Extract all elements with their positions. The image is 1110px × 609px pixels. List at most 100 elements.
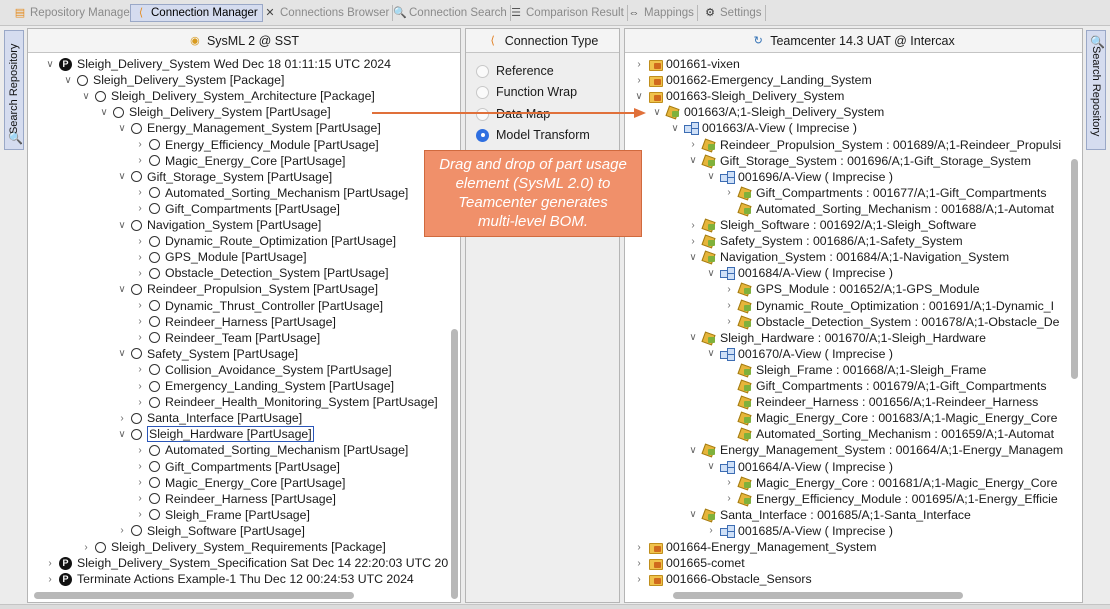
expand-chevron-icon[interactable]: › bbox=[134, 300, 146, 311]
expand-chevron-icon[interactable]: › bbox=[134, 268, 146, 279]
collapse-chevron-icon[interactable]: ∨ bbox=[687, 332, 699, 343]
tree-row[interactable]: › Safety_System : 001686/A;1-Safety_Syste… bbox=[687, 233, 962, 249]
tree-row[interactable]: ∨ Santa_Interface : 001685/A;1-Santa_Inte… bbox=[687, 507, 971, 523]
expand-chevron-icon[interactable]: › bbox=[134, 381, 146, 392]
collapse-chevron-icon[interactable]: ∨ bbox=[116, 284, 128, 295]
tree-row[interactable]: › Reindeer_Harness [PartUsage] bbox=[134, 491, 336, 507]
tree-row[interactable]: › Obstacle_Detection_System [PartUsage] bbox=[134, 265, 388, 281]
tree-row[interactable]: › 001661-vixen bbox=[633, 56, 740, 72]
tree-row[interactable]: › Emergency_Landing_System [PartUsage] bbox=[134, 378, 394, 394]
radio-data-map[interactable]: Data Map bbox=[476, 105, 550, 123]
expand-chevron-icon[interactable]: › bbox=[80, 542, 92, 553]
radio-model-transform[interactable]: Model Transform bbox=[476, 126, 590, 144]
tree-row[interactable]: › Dynamic_Thrust_Controller [PartUsage] bbox=[134, 298, 383, 314]
tree-row[interactable]: › Automated_Sorting_Mechanism [PartUsage] bbox=[134, 185, 408, 201]
tree-row[interactable]: › Gift_Compartments : 001677/A;1-Gift_Com… bbox=[723, 185, 1046, 201]
expand-chevron-icon[interactable]: › bbox=[134, 187, 146, 198]
collapse-chevron-icon[interactable]: ∨ bbox=[633, 91, 645, 102]
tree-row[interactable]: › GPS_Module [PartUsage] bbox=[134, 249, 306, 265]
tree-row[interactable]: › Reindeer_Propulsion_System : 001689/A;1… bbox=[687, 137, 1061, 153]
tab-mappings[interactable]: ⇔ Mappings bbox=[628, 4, 698, 22]
expand-chevron-icon[interactable]: › bbox=[633, 75, 645, 86]
tree-row[interactable]: › Collision_Avoidance_System [PartUsage] bbox=[134, 362, 391, 378]
tree-row[interactable]: ∨ 001663/A-View ( Imprecise ) bbox=[669, 120, 857, 136]
right-vertical-scrollbar[interactable] bbox=[1071, 159, 1078, 379]
tree-row[interactable]: › Gift_Compartments [PartUsage] bbox=[134, 201, 340, 217]
tree-row[interactable]: Sleigh_Frame : 001668/A;1-Sleigh_Frame bbox=[723, 362, 986, 378]
tree-row[interactable]: ∨ Sleigh_Delivery_System [Package] bbox=[62, 72, 284, 88]
tree-row[interactable]: ∨ 001670/A-View ( Imprecise ) bbox=[705, 346, 893, 362]
tab-connection-search[interactable]: 🔍 Connection Search bbox=[393, 4, 511, 22]
tree-row[interactable]: Magic_Energy_Core : 001683/A;1-Magic_Ene… bbox=[723, 410, 1057, 426]
tree-row[interactable]: › Magic_Energy_Core [PartUsage] bbox=[134, 153, 345, 169]
tree-row[interactable]: ∨ Energy_Management_System [PartUsage] bbox=[116, 120, 380, 136]
expand-chevron-icon[interactable]: › bbox=[134, 316, 146, 327]
expand-chevron-icon[interactable]: › bbox=[44, 558, 56, 569]
radio-reference[interactable]: Reference bbox=[476, 62, 554, 80]
collapse-chevron-icon[interactable]: ∨ bbox=[705, 171, 717, 182]
tree-row[interactable]: › Santa_Interface [PartUsage] bbox=[116, 410, 302, 426]
left-horizontal-scrollbar[interactable] bbox=[30, 591, 458, 600]
tree-row[interactable]: › P Sleigh_Delivery_System_Specification S… bbox=[44, 555, 448, 571]
expand-chevron-icon[interactable]: › bbox=[134, 477, 146, 488]
expand-chevron-icon[interactable]: › bbox=[134, 155, 146, 166]
tree-row[interactable]: › Sleigh_Frame [PartUsage] bbox=[134, 507, 310, 523]
collapse-chevron-icon[interactable]: ∨ bbox=[687, 445, 699, 456]
expand-chevron-icon[interactable]: › bbox=[723, 284, 735, 295]
expand-chevron-icon[interactable]: › bbox=[134, 236, 146, 247]
tab-repository-manager[interactable]: ▤ Repository Manager bbox=[14, 4, 138, 22]
tree-row[interactable]: ∨ Navigation_System : 001684/A;1-Navigati… bbox=[687, 249, 1009, 265]
expand-chevron-icon[interactable]: › bbox=[633, 542, 645, 553]
expand-chevron-icon[interactable]: › bbox=[134, 493, 146, 504]
tree-row[interactable]: › Reindeer_Health_Monitoring_System [Part… bbox=[134, 394, 437, 410]
expand-chevron-icon[interactable]: › bbox=[134, 332, 146, 343]
collapse-chevron-icon[interactable]: ∨ bbox=[98, 107, 110, 118]
tree-row[interactable]: › Magic_Energy_Core : 001681/A;1-Magic_En… bbox=[723, 475, 1057, 491]
tree-row[interactable]: › Reindeer_Team [PartUsage] bbox=[134, 330, 320, 346]
radio-unselected-icon[interactable] bbox=[476, 64, 489, 78]
collapse-chevron-icon[interactable]: ∨ bbox=[44, 59, 56, 70]
radio-unselected-icon[interactable] bbox=[476, 107, 489, 121]
tree-row[interactable]: › Dynamic_Route_Optimization [PartUsage] bbox=[134, 233, 396, 249]
tree-row[interactable]: ∨ Safety_System [PartUsage] bbox=[116, 346, 298, 362]
tree-row[interactable]: › Obstacle_Detection_System : 001678/A;1-… bbox=[723, 314, 1059, 330]
collapse-chevron-icon[interactable]: ∨ bbox=[705, 268, 717, 279]
expand-chevron-icon[interactable]: › bbox=[687, 220, 699, 231]
collapse-chevron-icon[interactable]: ∨ bbox=[687, 252, 699, 263]
left-search-repository-tab[interactable]: 🔍 Search Repository bbox=[4, 30, 24, 150]
tree-row[interactable]: › Dynamic_Route_Optimization : 001691/A;1… bbox=[723, 298, 1054, 314]
collapse-chevron-icon[interactable]: ∨ bbox=[687, 155, 699, 166]
expand-chevron-icon[interactable]: › bbox=[723, 316, 735, 327]
expand-chevron-icon[interactable]: › bbox=[134, 139, 146, 150]
tree-row[interactable]: › GPS_Module : 001652/A;1-GPS_Module bbox=[723, 281, 979, 297]
expand-chevron-icon[interactable]: › bbox=[723, 187, 735, 198]
collapse-chevron-icon[interactable]: ∨ bbox=[116, 348, 128, 359]
tree-row[interactable]: › P Terminate Actions Example-1 Thu Dec 12… bbox=[44, 571, 413, 587]
right-horizontal-scrollbar[interactable] bbox=[627, 591, 1080, 600]
tree-row[interactable]: ∨ Sleigh_Delivery_System_Architecture [Pa… bbox=[80, 88, 375, 104]
tree-row[interactable]: ∨ 001663/A;1-Sleigh_Delivery_System bbox=[651, 104, 884, 120]
collapse-chevron-icon[interactable]: ∨ bbox=[116, 171, 128, 182]
tree-row[interactable]: › Gift_Compartments [PartUsage] bbox=[134, 459, 340, 475]
tree-row[interactable]: › 001665-comet bbox=[633, 555, 745, 571]
collapse-chevron-icon[interactable]: ∨ bbox=[116, 123, 128, 134]
left-vertical-scrollbar[interactable] bbox=[451, 329, 458, 599]
tree-row[interactable]: ∨ 001684/A-View ( Imprecise ) bbox=[705, 265, 893, 281]
tree-row[interactable]: ∨ 001663-Sleigh_Delivery_System bbox=[633, 88, 844, 104]
collapse-chevron-icon[interactable]: ∨ bbox=[705, 348, 717, 359]
tree-row[interactable]: › 001666-Obstacle_Sensors bbox=[633, 571, 812, 587]
tab-connection-manager[interactable]: ⟨ Connection Manager bbox=[130, 4, 263, 22]
tree-row[interactable]: Reindeer_Harness : 001656/A;1-Reindeer_H… bbox=[723, 394, 1038, 410]
expand-chevron-icon[interactable]: › bbox=[633, 558, 645, 569]
tree-row[interactable]: Automated_Sorting_Mechanism : 001659/A;1… bbox=[723, 426, 1054, 442]
tree-row[interactable]: ∨ Gift_Storage_System : 001696/A;1-Gift_S… bbox=[687, 153, 1031, 169]
tree-row[interactable]: ∨ Sleigh_Delivery_System [PartUsage] bbox=[98, 104, 330, 120]
tab-comparison-result[interactable]: ☰ Comparison Result bbox=[510, 4, 628, 22]
tab-settings[interactable]: ⚙ Settings bbox=[704, 4, 766, 22]
collapse-chevron-icon[interactable]: ∨ bbox=[687, 509, 699, 520]
tree-row[interactable]: › Energy_Efficiency_Module [PartUsage] bbox=[134, 137, 378, 153]
tree-row[interactable]: ∨ Navigation_System [PartUsage] bbox=[116, 217, 321, 233]
collapse-chevron-icon[interactable]: ∨ bbox=[116, 220, 128, 231]
collapse-chevron-icon[interactable]: ∨ bbox=[80, 91, 92, 102]
radio-selected-icon[interactable] bbox=[476, 128, 489, 142]
